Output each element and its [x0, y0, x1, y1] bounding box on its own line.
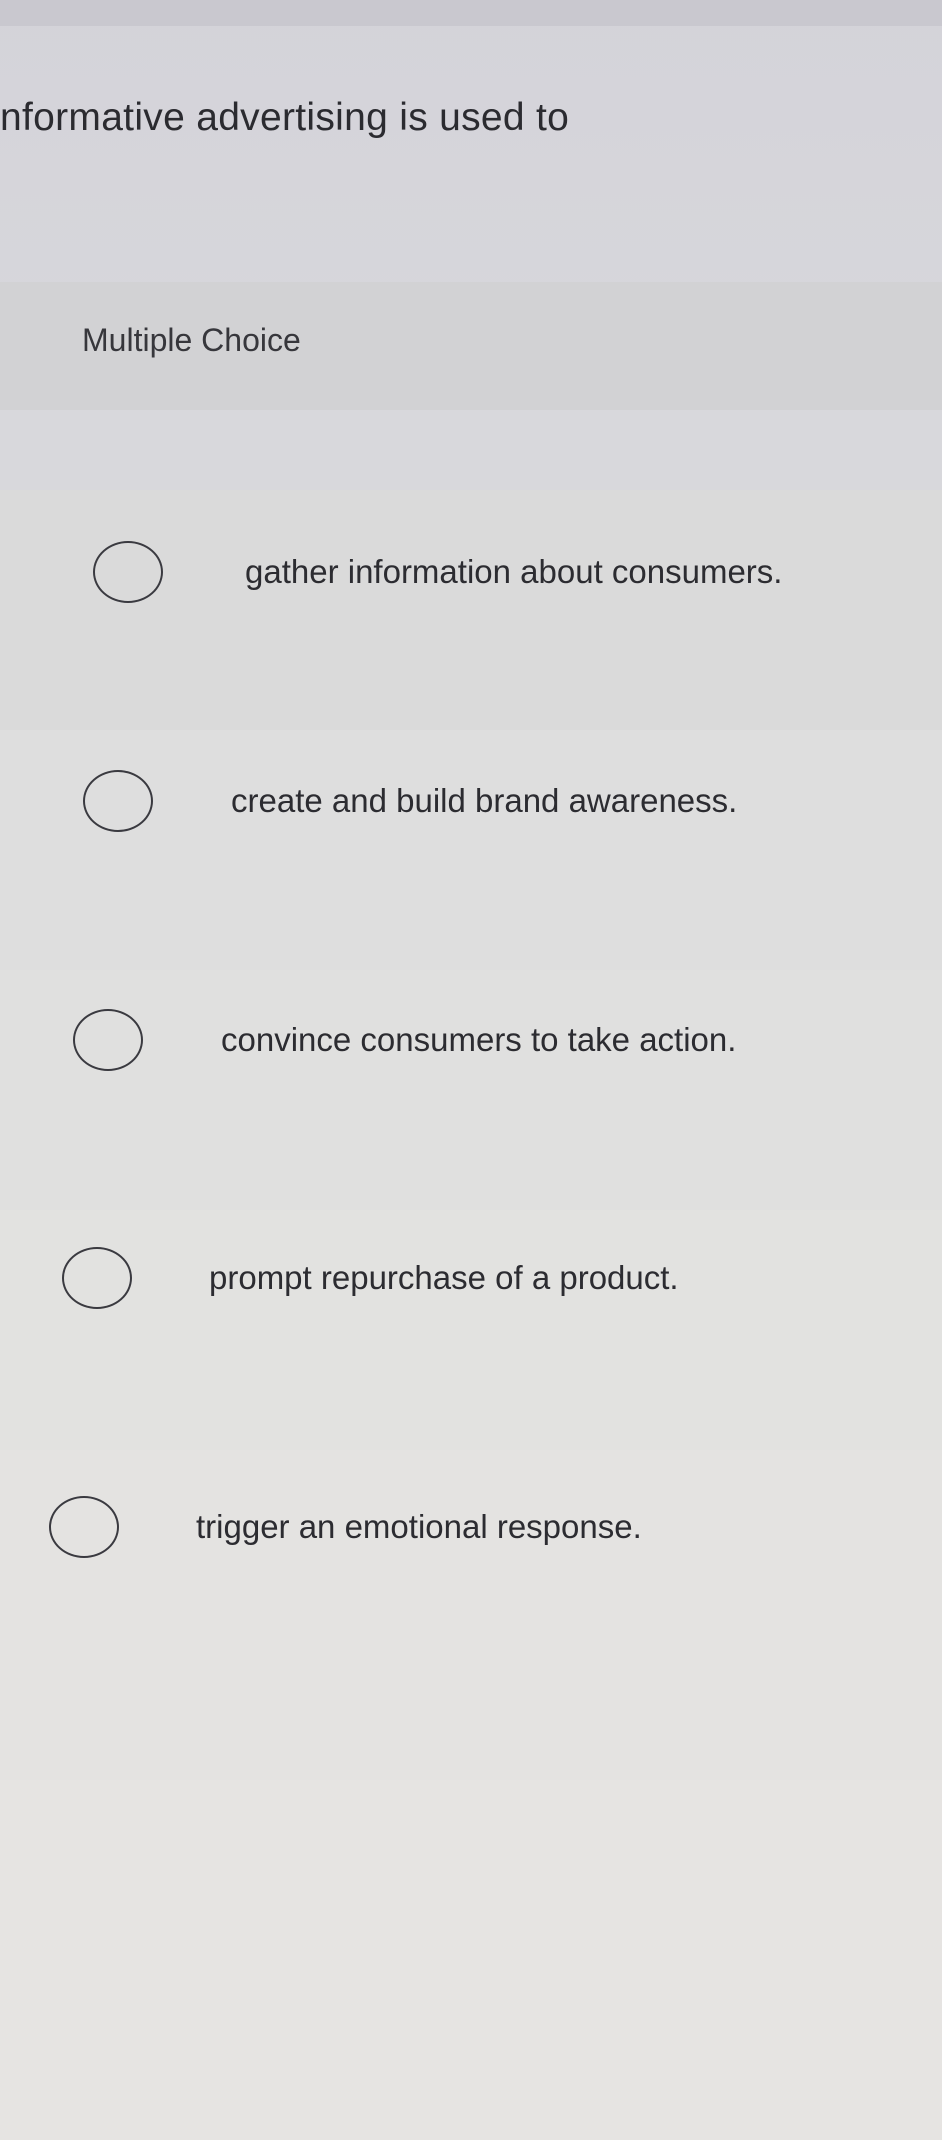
choice-label: create and build brand awareness.: [231, 782, 738, 819]
choice-option[interactable]: trigger an emotional response.: [49, 1496, 642, 1558]
choice-option[interactable]: convince consumers to take action.: [73, 1009, 736, 1071]
choice-list: gather information about consumers. crea…: [0, 0, 942, 2140]
radio-button[interactable]: [49, 1496, 119, 1558]
radio-button[interactable]: [93, 541, 163, 603]
radio-button[interactable]: [62, 1247, 132, 1309]
radio-button[interactable]: [83, 770, 153, 832]
choice-option[interactable]: create and build brand awareness.: [83, 770, 737, 832]
choice-label: prompt repurchase of a product.: [209, 1259, 679, 1296]
choice-option[interactable]: prompt repurchase of a product.: [62, 1247, 679, 1309]
quiz-page: nformative advertising is used to Multip…: [0, 0, 942, 2140]
choice-label: trigger an emotional response.: [196, 1508, 642, 1545]
choice-option[interactable]: gather information about consumers.: [93, 541, 782, 603]
radio-button[interactable]: [73, 1009, 143, 1071]
choice-label: gather information about consumers.: [245, 553, 783, 590]
choice-label: convince consumers to take action.: [221, 1021, 737, 1058]
